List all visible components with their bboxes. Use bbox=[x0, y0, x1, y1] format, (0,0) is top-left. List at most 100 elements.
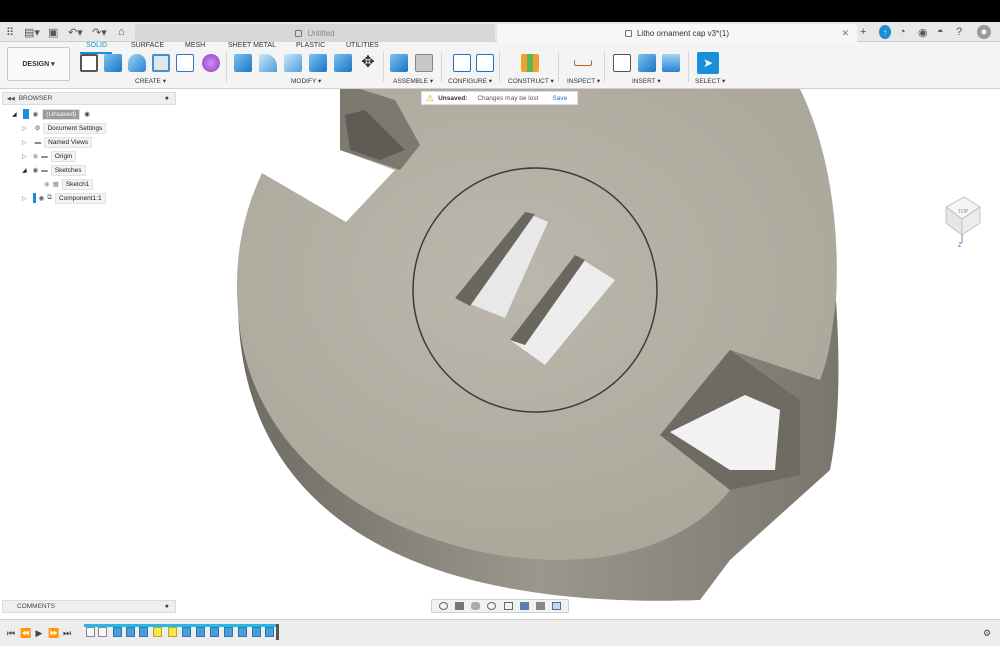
undo-icon[interactable]: ↶▾ bbox=[68, 25, 83, 39]
timeline-feature[interactable] bbox=[224, 627, 233, 637]
tab-mesh[interactable]: MESH bbox=[185, 42, 205, 49]
new-component-icon[interactable] bbox=[390, 54, 408, 72]
app-grid-icon[interactable]: ⠿ bbox=[6, 25, 14, 39]
tree-item-document-settings[interactable]: ▷ ⚙ Document Settings bbox=[22, 122, 107, 134]
tree-item-component1[interactable]: ▷ ◉ ⧉ Component1:1 bbox=[22, 192, 106, 204]
viewports-icon[interactable] bbox=[552, 602, 562, 610]
tab-solid[interactable]: SOLID bbox=[86, 42, 107, 49]
timeline-feature[interactable] bbox=[238, 627, 247, 637]
step-back-icon[interactable]: ⏪ bbox=[20, 628, 31, 638]
redo-icon[interactable]: ↷▾ bbox=[92, 25, 107, 39]
timeline-feature[interactable] bbox=[265, 627, 274, 637]
construct-menu[interactable]: CONSTRUCT ▾ bbox=[508, 77, 554, 85]
tab-untitled[interactable]: Untitled bbox=[135, 24, 495, 42]
joint-icon[interactable] bbox=[415, 54, 433, 72]
offset-plane-icon[interactable] bbox=[521, 54, 539, 72]
eye-icon[interactable]: ◉ bbox=[33, 166, 39, 174]
move-icon[interactable]: ✥ bbox=[359, 54, 377, 72]
select-icon[interactable]: ➤ bbox=[697, 52, 719, 74]
inspect-menu[interactable]: INSPECT ▾ bbox=[567, 77, 600, 85]
insert-canvas-icon[interactable] bbox=[662, 54, 680, 72]
select-menu[interactable]: SELECT ▾ bbox=[695, 77, 725, 85]
expand-arrow-icon[interactable]: ▷ bbox=[22, 153, 27, 160]
view-cube[interactable]: TOP Z bbox=[940, 193, 982, 249]
configure-menu[interactable]: CONFIGURE ▾ bbox=[448, 77, 492, 85]
timeline-feature[interactable] bbox=[196, 627, 205, 637]
timeline-feature[interactable] bbox=[126, 627, 135, 637]
grid-icon[interactable] bbox=[536, 602, 546, 610]
insert-mesh-icon[interactable] bbox=[638, 54, 656, 72]
configuration-table-icon[interactable] bbox=[476, 54, 494, 72]
timeline-feature[interactable] bbox=[182, 627, 191, 637]
timeline-feature[interactable] bbox=[153, 627, 162, 637]
model-viewport[interactable]: TOP Z bbox=[0, 89, 1000, 619]
eye-icon[interactable]: ◉ bbox=[44, 180, 50, 188]
tab-plastic[interactable]: PLASTIC bbox=[296, 42, 325, 49]
pan-icon[interactable] bbox=[471, 602, 481, 610]
workspace-switcher[interactable]: DESIGN ▾ bbox=[7, 47, 70, 81]
create-menu[interactable]: CREATE ▾ bbox=[135, 77, 166, 85]
tree-item-sketch1[interactable]: ◉ ▦ Sketch1 bbox=[44, 178, 94, 190]
insert-derive-icon[interactable] bbox=[613, 54, 631, 72]
expand-arrow-icon[interactable]: ◢ bbox=[22, 167, 27, 174]
avatar[interactable]: ● bbox=[977, 25, 991, 39]
assemble-menu[interactable]: ASSEMBLE ▾ bbox=[393, 77, 433, 85]
expand-arrow-icon[interactable]: ▷ bbox=[22, 125, 27, 132]
file-menu-icon[interactable]: ▤▾ bbox=[24, 25, 40, 39]
expand-arrow-icon[interactable]: ▷ bbox=[22, 139, 27, 146]
comments-panel-header[interactable]: COMMENTS ● bbox=[2, 600, 176, 613]
create-sketch-icon[interactable] bbox=[80, 54, 98, 72]
home-icon[interactable]: ⌂ bbox=[118, 25, 125, 39]
close-tab-icon[interactable]: ✕ bbox=[841, 28, 849, 39]
tree-item-origin[interactable]: ▷ ◉ ▬ Origin bbox=[22, 150, 77, 162]
timeline-marker[interactable] bbox=[276, 624, 279, 640]
measure-icon[interactable] bbox=[574, 60, 592, 66]
tree-item-named-views[interactable]: ▷ ▬ Named Views bbox=[22, 136, 93, 148]
eye-icon[interactable]: ◉ bbox=[39, 194, 45, 202]
shell-icon[interactable] bbox=[309, 54, 327, 72]
timeline-feature[interactable] bbox=[86, 627, 95, 637]
timeline-feature[interactable] bbox=[113, 627, 122, 637]
job-status-icon[interactable]: ◔ bbox=[899, 25, 906, 39]
panel-pin-icon[interactable]: ● bbox=[165, 603, 169, 610]
play-icon[interactable]: ▶ bbox=[34, 628, 44, 638]
extensions-icon[interactable]: ↑ bbox=[879, 25, 891, 39]
timeline-feature[interactable] bbox=[210, 627, 219, 637]
tab-surface[interactable]: SURFACE bbox=[131, 42, 164, 49]
go-to-start-icon[interactable]: ⏮ bbox=[6, 628, 16, 638]
eye-icon[interactable]: ◉ bbox=[33, 152, 39, 160]
timeline-feature[interactable] bbox=[252, 627, 261, 637]
step-forward-icon[interactable]: ⏩ bbox=[48, 628, 59, 638]
expand-arrow-icon[interactable]: ◢ bbox=[12, 111, 17, 118]
form-icon[interactable] bbox=[202, 54, 220, 72]
activate-radio-icon[interactable]: ◉ bbox=[84, 110, 90, 118]
notifications-icon[interactable]: ◉ bbox=[918, 25, 928, 39]
save-link[interactable]: Save bbox=[552, 95, 567, 102]
browser-panel-header[interactable]: ◀◀ BROWSER ● bbox=[2, 92, 176, 105]
tab-utilities[interactable]: UTILITIES bbox=[346, 42, 379, 49]
go-to-end-icon[interactable]: ⏭ bbox=[62, 628, 72, 638]
tree-item-sketches[interactable]: ◢ ◉ ▬ Sketches bbox=[22, 164, 86, 176]
chamfer-icon[interactable] bbox=[284, 54, 302, 72]
timeline-feature[interactable] bbox=[168, 627, 177, 637]
configure-icon[interactable] bbox=[453, 54, 471, 72]
hole-icon[interactable] bbox=[152, 54, 170, 72]
fillet-icon[interactable] bbox=[259, 54, 277, 72]
revolve-icon[interactable] bbox=[128, 54, 146, 72]
tree-item-root[interactable]: ◢ ◉ (Unsaved) ◉ bbox=[12, 108, 90, 120]
combine-icon[interactable] bbox=[334, 54, 352, 72]
extrude-icon[interactable] bbox=[104, 54, 122, 72]
timeline-settings-icon[interactable]: ⚙ bbox=[982, 628, 992, 638]
data-panel-icon[interactable]: ◓ bbox=[937, 25, 944, 39]
collapse-icon[interactable]: ◀◀ bbox=[7, 96, 15, 102]
look-at-icon[interactable] bbox=[454, 602, 464, 610]
help-icon[interactable]: ? bbox=[956, 25, 962, 39]
display-settings-icon[interactable] bbox=[519, 602, 529, 610]
panel-pin-icon[interactable]: ● bbox=[165, 95, 169, 102]
pattern-icon[interactable] bbox=[176, 54, 194, 72]
zoom-icon[interactable] bbox=[487, 602, 497, 610]
save-icon[interactable]: ▣ bbox=[48, 25, 58, 39]
modify-menu[interactable]: MODIFY ▾ bbox=[291, 77, 321, 85]
expand-arrow-icon[interactable]: ▷ bbox=[22, 195, 27, 202]
timeline-feature[interactable] bbox=[98, 627, 107, 637]
